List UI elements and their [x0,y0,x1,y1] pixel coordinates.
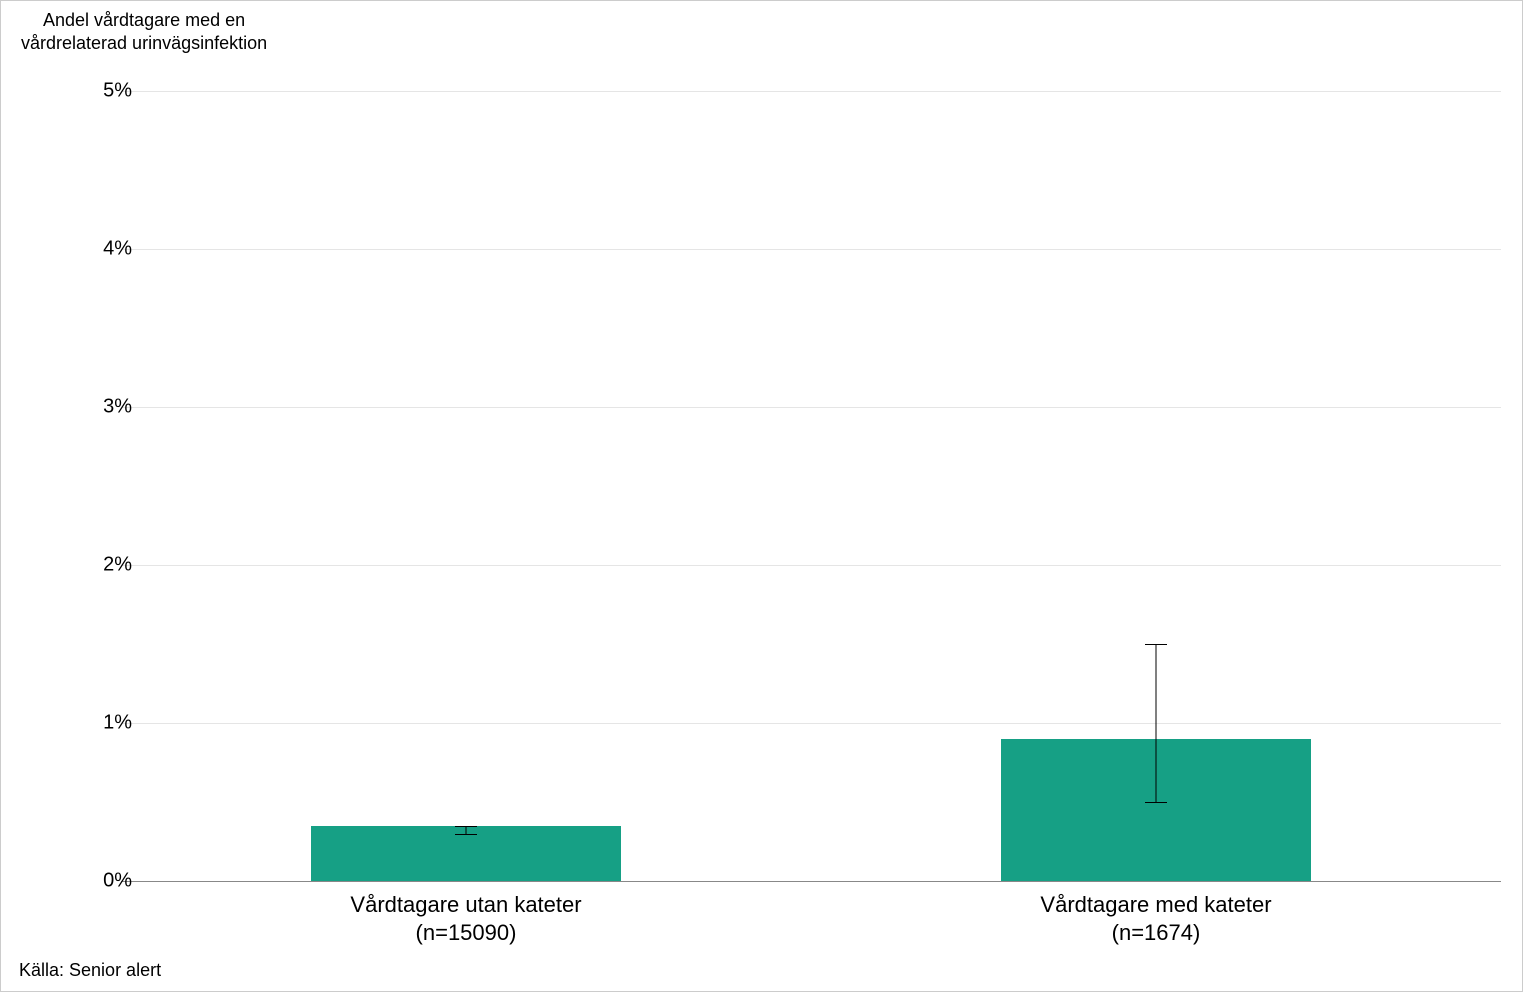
y-tick-label: 1% [72,712,132,735]
gridline [121,249,1501,250]
gridline [121,91,1501,92]
subtitle-line1: Andel vårdtagare med en [21,9,267,32]
error-cap-bottom [455,834,477,835]
chart-frame: Andel vårdtagare med en vårdrelaterad ur… [0,0,1523,992]
gridline [121,565,1501,566]
gridline [121,723,1501,724]
x-tick-label: Vårdtagare utan kateter(n=15090) [350,891,581,946]
x-tick-line1: Vårdtagare med kateter [1040,891,1271,919]
error-cap-top [455,826,477,827]
x-tick-line1: Vårdtagare utan kateter [350,891,581,919]
x-tick-line2: (n=1674) [1040,919,1271,947]
y-tick-label: 5% [72,80,132,103]
error-bar [466,826,467,834]
chart-subtitle: Andel vårdtagare med en vårdrelaterad ur… [21,9,267,54]
subtitle-line2: vårdrelaterad urinvägsinfektion [21,32,267,55]
plot-area [121,91,1501,881]
x-tick-line2: (n=15090) [350,919,581,947]
source-label: Källa: Senior alert [19,960,161,981]
gridline [121,407,1501,408]
error-bar [1156,644,1157,802]
y-tick-label: 4% [72,238,132,261]
error-cap-top [1145,644,1167,645]
x-tick-label: Vårdtagare med kateter(n=1674) [1040,891,1271,946]
y-tick-label: 0% [72,870,132,893]
x-axis-line [121,881,1501,882]
error-cap-bottom [1145,802,1167,803]
y-tick-label: 3% [72,396,132,419]
y-tick-label: 2% [72,554,132,577]
